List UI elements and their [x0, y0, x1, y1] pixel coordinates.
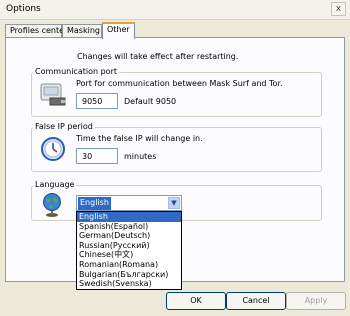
- language-title: Language: [33, 180, 77, 189]
- port-default-label: Default 9050: [124, 97, 177, 106]
- cancel-button[interactable]: Cancel: [226, 292, 286, 310]
- language-option-bulgarian[interactable]: Bulgarian(Български): [77, 270, 181, 280]
- tab-masking[interactable]: Masking: [62, 24, 102, 38]
- language-dropdown-list: English Spanish(Español) German(Deutsch)…: [76, 211, 182, 290]
- port-input[interactable]: 9050: [76, 93, 118, 109]
- language-option-romanian[interactable]: Romanian(Romana): [77, 260, 181, 270]
- language-selected-value: English: [78, 197, 111, 210]
- false-ip-period-input[interactable]: 30: [76, 148, 118, 164]
- language-option-russian[interactable]: Russian(Русский): [77, 241, 181, 251]
- language-option-spanish[interactable]: Spanish(Español): [77, 222, 181, 232]
- communication-port-title: Communication port: [33, 67, 119, 76]
- language-option-swedish[interactable]: Swedish(Svenska): [77, 279, 181, 289]
- options-window: Options x Profiles center Masking Other …: [0, 0, 350, 316]
- close-button[interactable]: x: [331, 2, 346, 16]
- title-bar: Options x: [0, 0, 350, 20]
- network-plug-icon: [40, 83, 66, 106]
- language-select[interactable]: English ▼: [76, 195, 182, 211]
- communication-port-description: Port for communication between Mask Surf…: [76, 79, 283, 88]
- ok-button[interactable]: OK: [166, 292, 226, 310]
- tab-other[interactable]: Other: [102, 22, 135, 39]
- apply-button[interactable]: Apply: [286, 292, 346, 310]
- language-option-english[interactable]: English: [77, 212, 181, 222]
- chevron-down-icon[interactable]: ▼: [168, 197, 180, 209]
- clock-icon: [41, 137, 65, 161]
- globe-icon: [43, 193, 61, 217]
- tab-profiles-center[interactable]: Profiles center: [5, 24, 67, 38]
- restart-notice: Changes will take effect after restartin…: [77, 52, 239, 61]
- false-ip-description: Time the false IP will change in.: [76, 134, 203, 143]
- false-ip-unit-label: minutes: [124, 152, 157, 161]
- window-title: Options: [6, 4, 41, 14]
- false-ip-period-title: False IP period: [33, 122, 95, 131]
- language-option-chinese[interactable]: Chinese(中文): [77, 250, 181, 260]
- language-option-german[interactable]: German(Deutsch): [77, 231, 181, 241]
